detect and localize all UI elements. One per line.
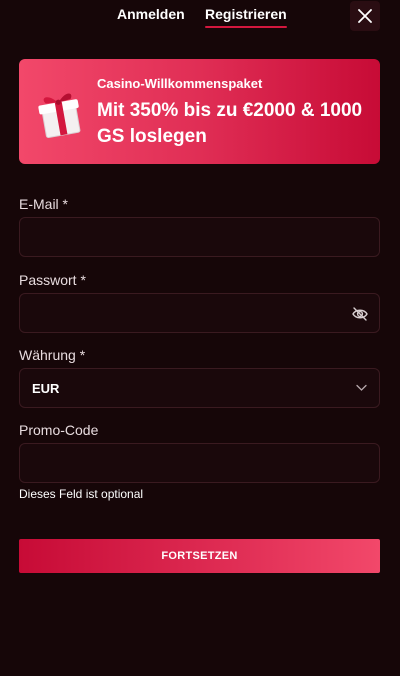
welcome-bonus-banner[interactable]: Casino-Willkommenspaket Mit 350% bis zu … — [19, 59, 380, 164]
promo-code-field-wrapper — [19, 443, 380, 483]
promo-code-label: Promo-Code — [19, 422, 99, 438]
chevron-down-icon — [356, 384, 367, 391]
auth-tabs: Anmelden Registrieren — [0, 0, 400, 31]
banner-title: Mit 350% bis zu €2000 & 1000 GS loslegen — [97, 100, 363, 147]
email-label: E-Mail * — [19, 196, 69, 212]
banner-kicker: Casino-Willkommenspaket — [97, 76, 263, 91]
password-field-wrapper — [19, 293, 380, 333]
currency-selected-value: EUR — [32, 381, 60, 396]
tab-login[interactable]: Anmelden — [117, 6, 185, 28]
eye-slash-icon[interactable] — [351, 305, 369, 323]
promo-code-helper-text: Dieses Feld ist optional — [19, 487, 144, 501]
promo-code-field[interactable] — [20, 444, 379, 482]
close-icon — [358, 9, 372, 23]
currency-select[interactable]: EUR — [19, 368, 380, 408]
email-field-wrapper — [19, 217, 380, 257]
continue-button[interactable]: FORTSETZEN — [19, 539, 380, 573]
gift-icon — [38, 93, 81, 139]
password-field[interactable] — [20, 294, 379, 332]
registration-page: Anmelden Registrieren Casino-Willkommens… — [0, 0, 400, 676]
tab-register[interactable]: Registrieren — [205, 6, 287, 28]
password-label: Passwort * — [19, 272, 86, 288]
currency-label: Währung * — [19, 347, 86, 363]
close-button[interactable] — [350, 1, 380, 31]
email-field[interactable] — [20, 218, 379, 256]
